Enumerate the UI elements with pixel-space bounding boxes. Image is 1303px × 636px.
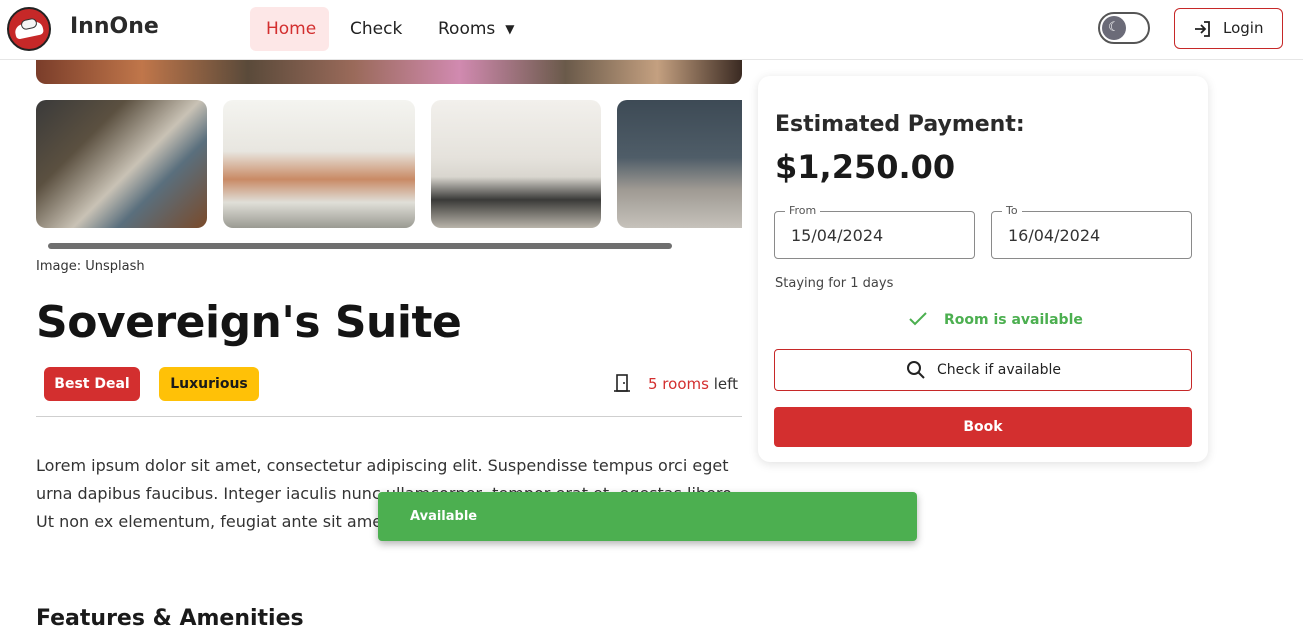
- to-value: 16/04/2024: [1008, 226, 1101, 245]
- gallery-scrollbar[interactable]: [48, 243, 672, 249]
- from-label: From: [785, 204, 821, 217]
- innone-logo[interactable]: [7, 7, 51, 51]
- rooms-count: 5 rooms: [648, 375, 709, 393]
- availability-text: Room is available: [944, 312, 1083, 328]
- nav-rooms[interactable]: Rooms ▼: [422, 7, 531, 51]
- rooms-left-suffix: left: [708, 375, 738, 393]
- booking-card: Estimated Payment: $1,250.00 From 15/04/…: [758, 76, 1208, 462]
- gallery-thumb-bedroom[interactable]: [36, 100, 207, 228]
- availability-snackbar: Available: [378, 492, 917, 541]
- to-label: To: [1002, 204, 1022, 217]
- check-availability-label: Check if available: [937, 362, 1061, 378]
- nav-check[interactable]: Check: [334, 7, 418, 51]
- gallery-thumb-lounge[interactable]: [431, 100, 601, 228]
- book-button[interactable]: Book: [774, 407, 1192, 447]
- divider: [36, 416, 742, 417]
- theme-toggle[interactable]: ☾: [1098, 12, 1150, 44]
- features-heading: Features & Amenities: [36, 606, 304, 631]
- gallery-thumb-living-room[interactable]: [223, 100, 415, 228]
- nav-home[interactable]: Home: [250, 7, 329, 51]
- login-button[interactable]: Login: [1174, 8, 1283, 49]
- image-credit: Image: Unsplash: [36, 259, 145, 274]
- estimated-payment-amount: $1,250.00: [775, 148, 956, 186]
- snackbar-message: Available: [410, 509, 478, 524]
- checkmark-icon: [909, 312, 927, 326]
- from-value: 15/04/2024: [791, 226, 884, 245]
- staying-duration: Staying for 1 days: [775, 276, 894, 291]
- moon-icon: ☾: [1102, 16, 1126, 40]
- estimated-payment-label: Estimated Payment:: [775, 112, 1025, 137]
- check-availability-button[interactable]: Check if available: [774, 349, 1192, 391]
- brand-name[interactable]: InnOne: [70, 14, 159, 39]
- badge-luxurious: Luxurious: [159, 367, 259, 401]
- login-label: Login: [1223, 19, 1264, 37]
- availability-status: Room is available: [908, 312, 1083, 328]
- search-icon: [907, 361, 925, 379]
- caret-down-icon: ▼: [505, 22, 515, 36]
- nav-rooms-label: Rooms: [438, 19, 496, 39]
- login-icon: [1195, 21, 1210, 37]
- from-date-field[interactable]: From 15/04/2024: [774, 204, 975, 259]
- hero-image: [36, 60, 742, 84]
- to-date-field[interactable]: To 16/04/2024: [991, 204, 1192, 259]
- room-title: Sovereign's Suite: [36, 297, 462, 348]
- rooms-left: 5 rooms left: [614, 374, 738, 393]
- gallery-thumb-hallway[interactable]: [617, 100, 742, 228]
- door-icon: [614, 374, 630, 392]
- top-navbar: InnOne Home Check Rooms ▼ ☾ Login: [0, 0, 1303, 60]
- badge-best-deal: Best Deal: [44, 367, 140, 401]
